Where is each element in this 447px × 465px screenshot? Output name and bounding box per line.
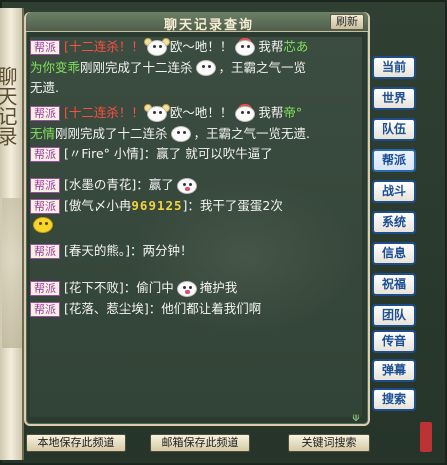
- guild-tag[interactable]: 帮派: [30, 281, 60, 296]
- mail-save-button[interactable]: 邮箱保存此频道: [150, 434, 250, 452]
- player-name[interactable]: 无情: [30, 126, 55, 141]
- window-title: 聊天记录查询: [164, 18, 255, 33]
- left-decor-scroll: 聊天记录: [0, 8, 24, 460]
- tab-team[interactable]: 队伍: [372, 118, 416, 141]
- chat-line: [30, 215, 362, 236]
- bottom-action-bar: 本地保存此频道 邮箱保存此频道 关键词搜索: [24, 434, 372, 456]
- tab-info[interactable]: 信息: [372, 242, 416, 265]
- system-prefix: [十二连杀！！: [64, 39, 144, 54]
- laughing-emoticon-icon: [30, 215, 56, 235]
- tab-barrage[interactable]: 弹幕: [372, 359, 416, 382]
- guild-text: 我帮: [258, 39, 284, 54]
- chat-line: 帮派 [花落、惹尘埃]：他们都让着我们啊: [30, 299, 362, 318]
- message-text: 刚刚完成了十二连杀: [80, 59, 193, 75]
- red-hat-emoticon-icon: [232, 103, 258, 124]
- player-name[interactable]: 帝°: [283, 105, 302, 120]
- seal-stamp: [420, 422, 432, 452]
- player-name[interactable]: 为你变乖: [30, 60, 80, 75]
- chat-line: 帮派 [傲气〆小冉969125]：我干了蛋蛋2次: [30, 196, 362, 215]
- bunny-emoticon-icon: [193, 58, 219, 78]
- guild-tag[interactable]: 帮派: [30, 178, 60, 193]
- bunny-emoticon-icon: [168, 124, 194, 144]
- chat-line: 帮派 [〃Fire° 小情]：赢了 就可以吹牛逼了: [30, 144, 362, 163]
- tab-current[interactable]: 当前: [372, 56, 416, 79]
- chat-line: 帮派 [水墨の青花]：赢了: [30, 175, 362, 196]
- refresh-button[interactable]: 刷新: [330, 14, 364, 30]
- channel-tab-menu: 当前 世界 队伍 帮派 战斗 系统 信息 祝福 团队: [372, 56, 418, 335]
- extra-tab-menu: 传音 弹幕 搜索: [372, 330, 418, 417]
- chat-line: 无遗.: [30, 78, 362, 97]
- message-text: [花落、惹尘埃]：他们都让着我们啊: [64, 300, 262, 316]
- guild-tag[interactable]: 帮派: [30, 40, 60, 55]
- chat-log[interactable]: 帮派 [十二连杀！！ 欧～吔！！ 我帮芯あ 为你变乖刚刚完成了十二连杀 ，王霸之气一览 …: [30, 37, 362, 417]
- left-scroll-painting: [2, 198, 22, 348]
- cheer-text: 欧～吔！！: [169, 105, 233, 120]
- message-text: [傲气〆小冉: [64, 197, 132, 213]
- excited-emoticon-icon: [174, 176, 200, 196]
- chat-line: 帮派 [花下不败]：偷门中 掩护我: [30, 278, 362, 299]
- message-text: [花下不败]：偷门中: [64, 280, 174, 295]
- scroll-down-icon[interactable]: ⟱: [352, 414, 362, 424]
- angel-emoticon-icon: [143, 103, 170, 124]
- tab-guild[interactable]: 帮派: [372, 149, 416, 172]
- message-text: [〃Fire° 小情]：赢了 就可以吹牛逼了: [64, 146, 273, 161]
- message-text: ]：我干了蛋蛋2次: [182, 197, 283, 213]
- guild-tag[interactable]: 帮派: [30, 106, 60, 121]
- guild-text: 我帮: [258, 105, 284, 120]
- tab-blessing[interactable]: 祝福: [372, 273, 416, 296]
- message-text: [水墨の青花]：赢了: [64, 177, 174, 192]
- tab-group[interactable]: 团队: [372, 304, 416, 327]
- guild-tag[interactable]: 帮派: [30, 198, 60, 214]
- tab-battle[interactable]: 战斗: [372, 180, 416, 203]
- guild-tag[interactable]: 帮派: [30, 244, 60, 259]
- message-text: ，王霸之气一览无遗.: [193, 125, 311, 141]
- tab-world[interactable]: 世界: [372, 87, 416, 110]
- chat-line: 帮派 [春天的熊。]：两分钟！: [30, 241, 362, 260]
- guild-tag[interactable]: 帮派: [30, 147, 60, 162]
- tab-whisper[interactable]: 传音: [372, 330, 416, 353]
- player-number: 969125: [131, 197, 183, 213]
- message-text: [春天的熊。]：两分钟！: [64, 243, 193, 258]
- player-name[interactable]: 芯あ: [283, 39, 308, 54]
- system-prefix: [十二连杀！！: [64, 105, 144, 120]
- message-text: 刚刚完成了十二连杀: [55, 125, 168, 141]
- chat-line: 帮派 [十二连杀！！ 欧～吔！！ 我帮帝°: [30, 103, 362, 124]
- guild-tag[interactable]: 帮派: [30, 301, 60, 317]
- message-text: 无遗.: [30, 80, 59, 95]
- angel-emoticon-icon: [143, 37, 170, 58]
- bunny-emoticon-icon: [174, 279, 200, 299]
- tab-system[interactable]: 系统: [372, 211, 416, 234]
- chat-line: 为你变乖刚刚完成了十二连杀 ，王霸之气一览: [30, 58, 362, 79]
- title-bar: 聊天记录查询: [26, 12, 368, 33]
- cheer-text: 欧～吔！！: [169, 39, 233, 54]
- message-text: 掩护我: [199, 280, 238, 295]
- left-scroll-text: 聊天记录: [0, 66, 18, 146]
- red-hat-emoticon-icon: [232, 37, 258, 58]
- keyword-search-button[interactable]: 关键词搜索: [288, 434, 370, 452]
- tab-search[interactable]: 搜索: [372, 388, 416, 411]
- chat-line: 帮派 [十二连杀！！ 欧～吔！！ 我帮芯あ: [30, 37, 362, 58]
- message-text: ，王霸之气一览: [218, 59, 307, 75]
- local-save-button[interactable]: 本地保存此频道: [26, 434, 126, 452]
- chat-line: 无情刚刚完成了十二连杀 ，王霸之气一览无遗.: [30, 124, 362, 145]
